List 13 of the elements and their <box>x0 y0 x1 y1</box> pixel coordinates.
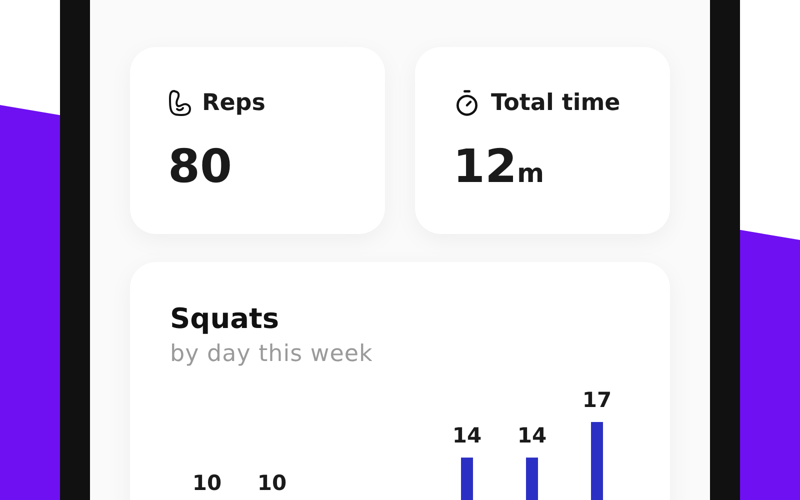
bar-value-label: 14 <box>452 424 482 448</box>
chart-subtitle: by day this week <box>170 341 373 367</box>
stat-label: Total time <box>491 90 620 116</box>
bar-value-label: 17 <box>582 388 612 412</box>
chart-title: Squats <box>170 302 280 335</box>
stat-unit: m <box>517 159 544 189</box>
bar-value-label: 14 <box>517 424 547 448</box>
stat-label: Reps <box>202 90 266 116</box>
stat-value: 12 <box>453 139 518 193</box>
stat-value: 80 <box>168 139 232 193</box>
flexed-arm-icon <box>168 89 192 117</box>
bar-value-label: 10 <box>192 471 222 496</box>
bar-value-label: 10 <box>257 471 287 496</box>
